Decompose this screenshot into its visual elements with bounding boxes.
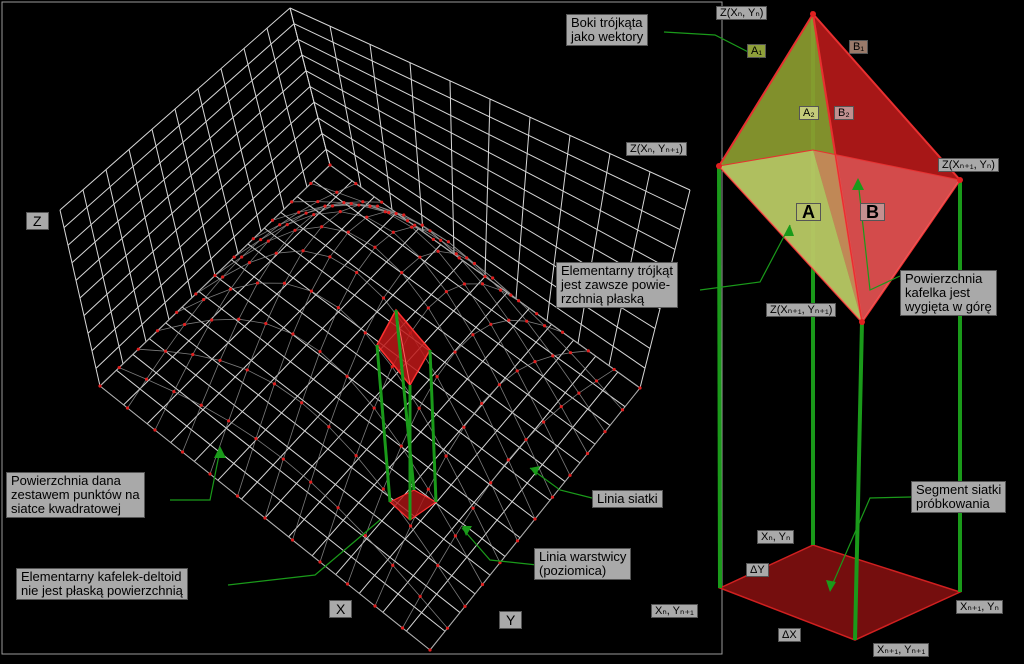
axis-label-x: X xyxy=(329,600,353,618)
vertex-label-z-left: Z(Xₙ, Yₙ₊₁) xyxy=(626,142,687,156)
vertex-label-z-right: Z(Xₙ₊₁, Yₙ) xyxy=(938,158,999,172)
callout-deltoid-tile: Elementarny kafelek-deltoid nie jest pła… xyxy=(16,568,188,600)
delta-y-label: ΔY xyxy=(746,563,769,577)
axis-label-y: Y xyxy=(499,611,523,629)
callout-contour-line: Linia warstwicy (poziomica) xyxy=(534,548,632,580)
label-b2: B₂ xyxy=(834,106,854,120)
vertex-label-z-bottom: Z(Xₙ₊₁, Yₙ₊₁) xyxy=(766,303,837,317)
vertex-label-z-top: Z(Xₙ, Yₙ) xyxy=(716,6,768,20)
callout-grid-segment: Segment siatki próbkowania xyxy=(911,481,1007,513)
label-b: B xyxy=(860,203,885,221)
callout-elementary-triangle: Elementarny trójkąt jest zawsze powie- r… xyxy=(556,262,678,308)
delta-x-label: ΔX xyxy=(778,628,801,642)
label-a2: A₂ xyxy=(799,106,819,120)
point-label-right: Xₙ₊₁, Yₙ xyxy=(956,600,1003,614)
callout-grid-line: Linia siatki xyxy=(592,490,663,508)
point-label-left: Xₙ, Yₙ₊₁ xyxy=(651,604,698,618)
callout-triangle-sides: Boki trójkąta jako wektory xyxy=(566,14,649,46)
diagram-canvas xyxy=(0,0,1024,664)
label-a: A xyxy=(796,203,821,221)
callout-surface-points: Powierzchnia dana zestawem punktów na si… xyxy=(6,472,145,518)
label-a1: A₁ xyxy=(747,44,767,58)
axis-label-z: Z xyxy=(26,212,49,230)
point-label-top: Xₙ, Yₙ xyxy=(757,530,795,544)
label-b1: B₁ xyxy=(849,40,869,54)
callout-tile-surface: Powierzchnia kafelka jest wygięta w górę xyxy=(900,270,997,316)
point-label-bottom: Xₙ₊₁, Yₙ₊₁ xyxy=(873,643,930,657)
